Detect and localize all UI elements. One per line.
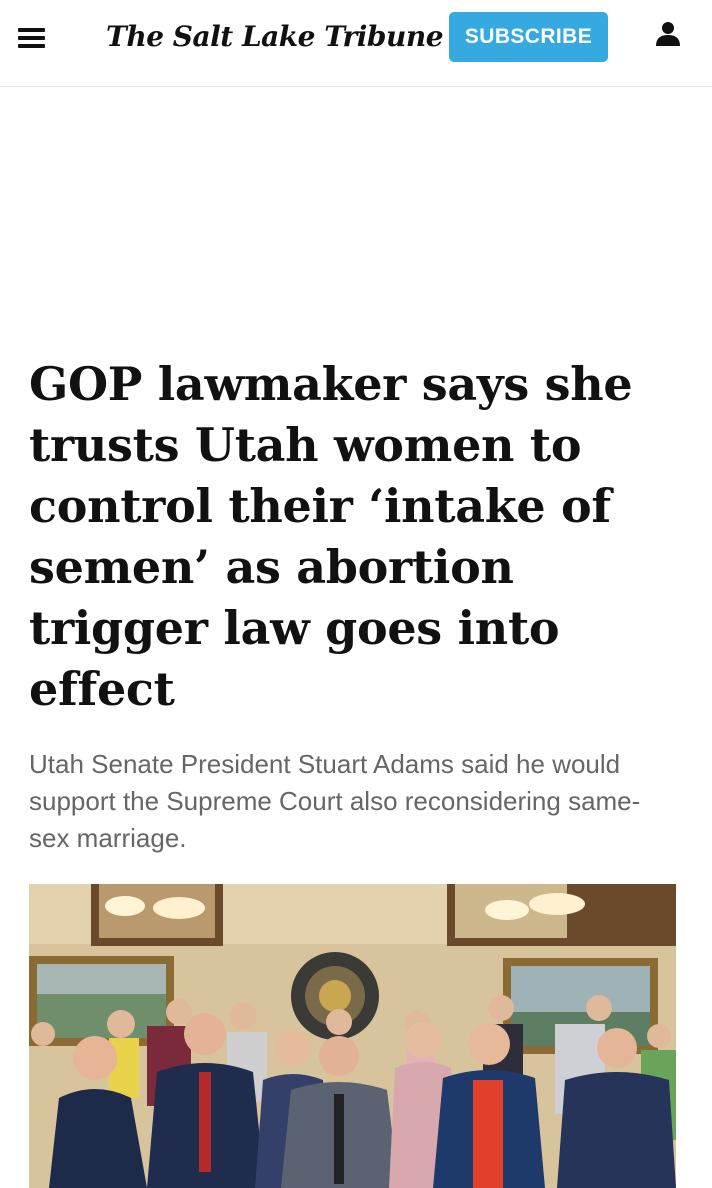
ad-placeholder xyxy=(0,87,712,347)
article-photo[interactable] xyxy=(29,884,676,1188)
hamburger-menu-icon[interactable] xyxy=(18,22,50,54)
menu-bar xyxy=(18,44,45,48)
press-conference-photo xyxy=(29,884,676,1188)
person-icon[interactable] xyxy=(654,20,682,48)
subscribe-button[interactable]: SUBSCRIBE xyxy=(449,12,608,62)
site-header: The Salt Lake Tribune SUBSCRIBE xyxy=(0,0,712,87)
menu-bar xyxy=(18,28,45,32)
site-logo[interactable]: The Salt Lake Tribune xyxy=(106,20,444,53)
article-dek: Utah Senate President Stuart Adams said … xyxy=(29,749,641,853)
article-headline: GOP lawmaker says she trusts Utah women … xyxy=(29,357,633,716)
menu-bar xyxy=(18,36,45,40)
